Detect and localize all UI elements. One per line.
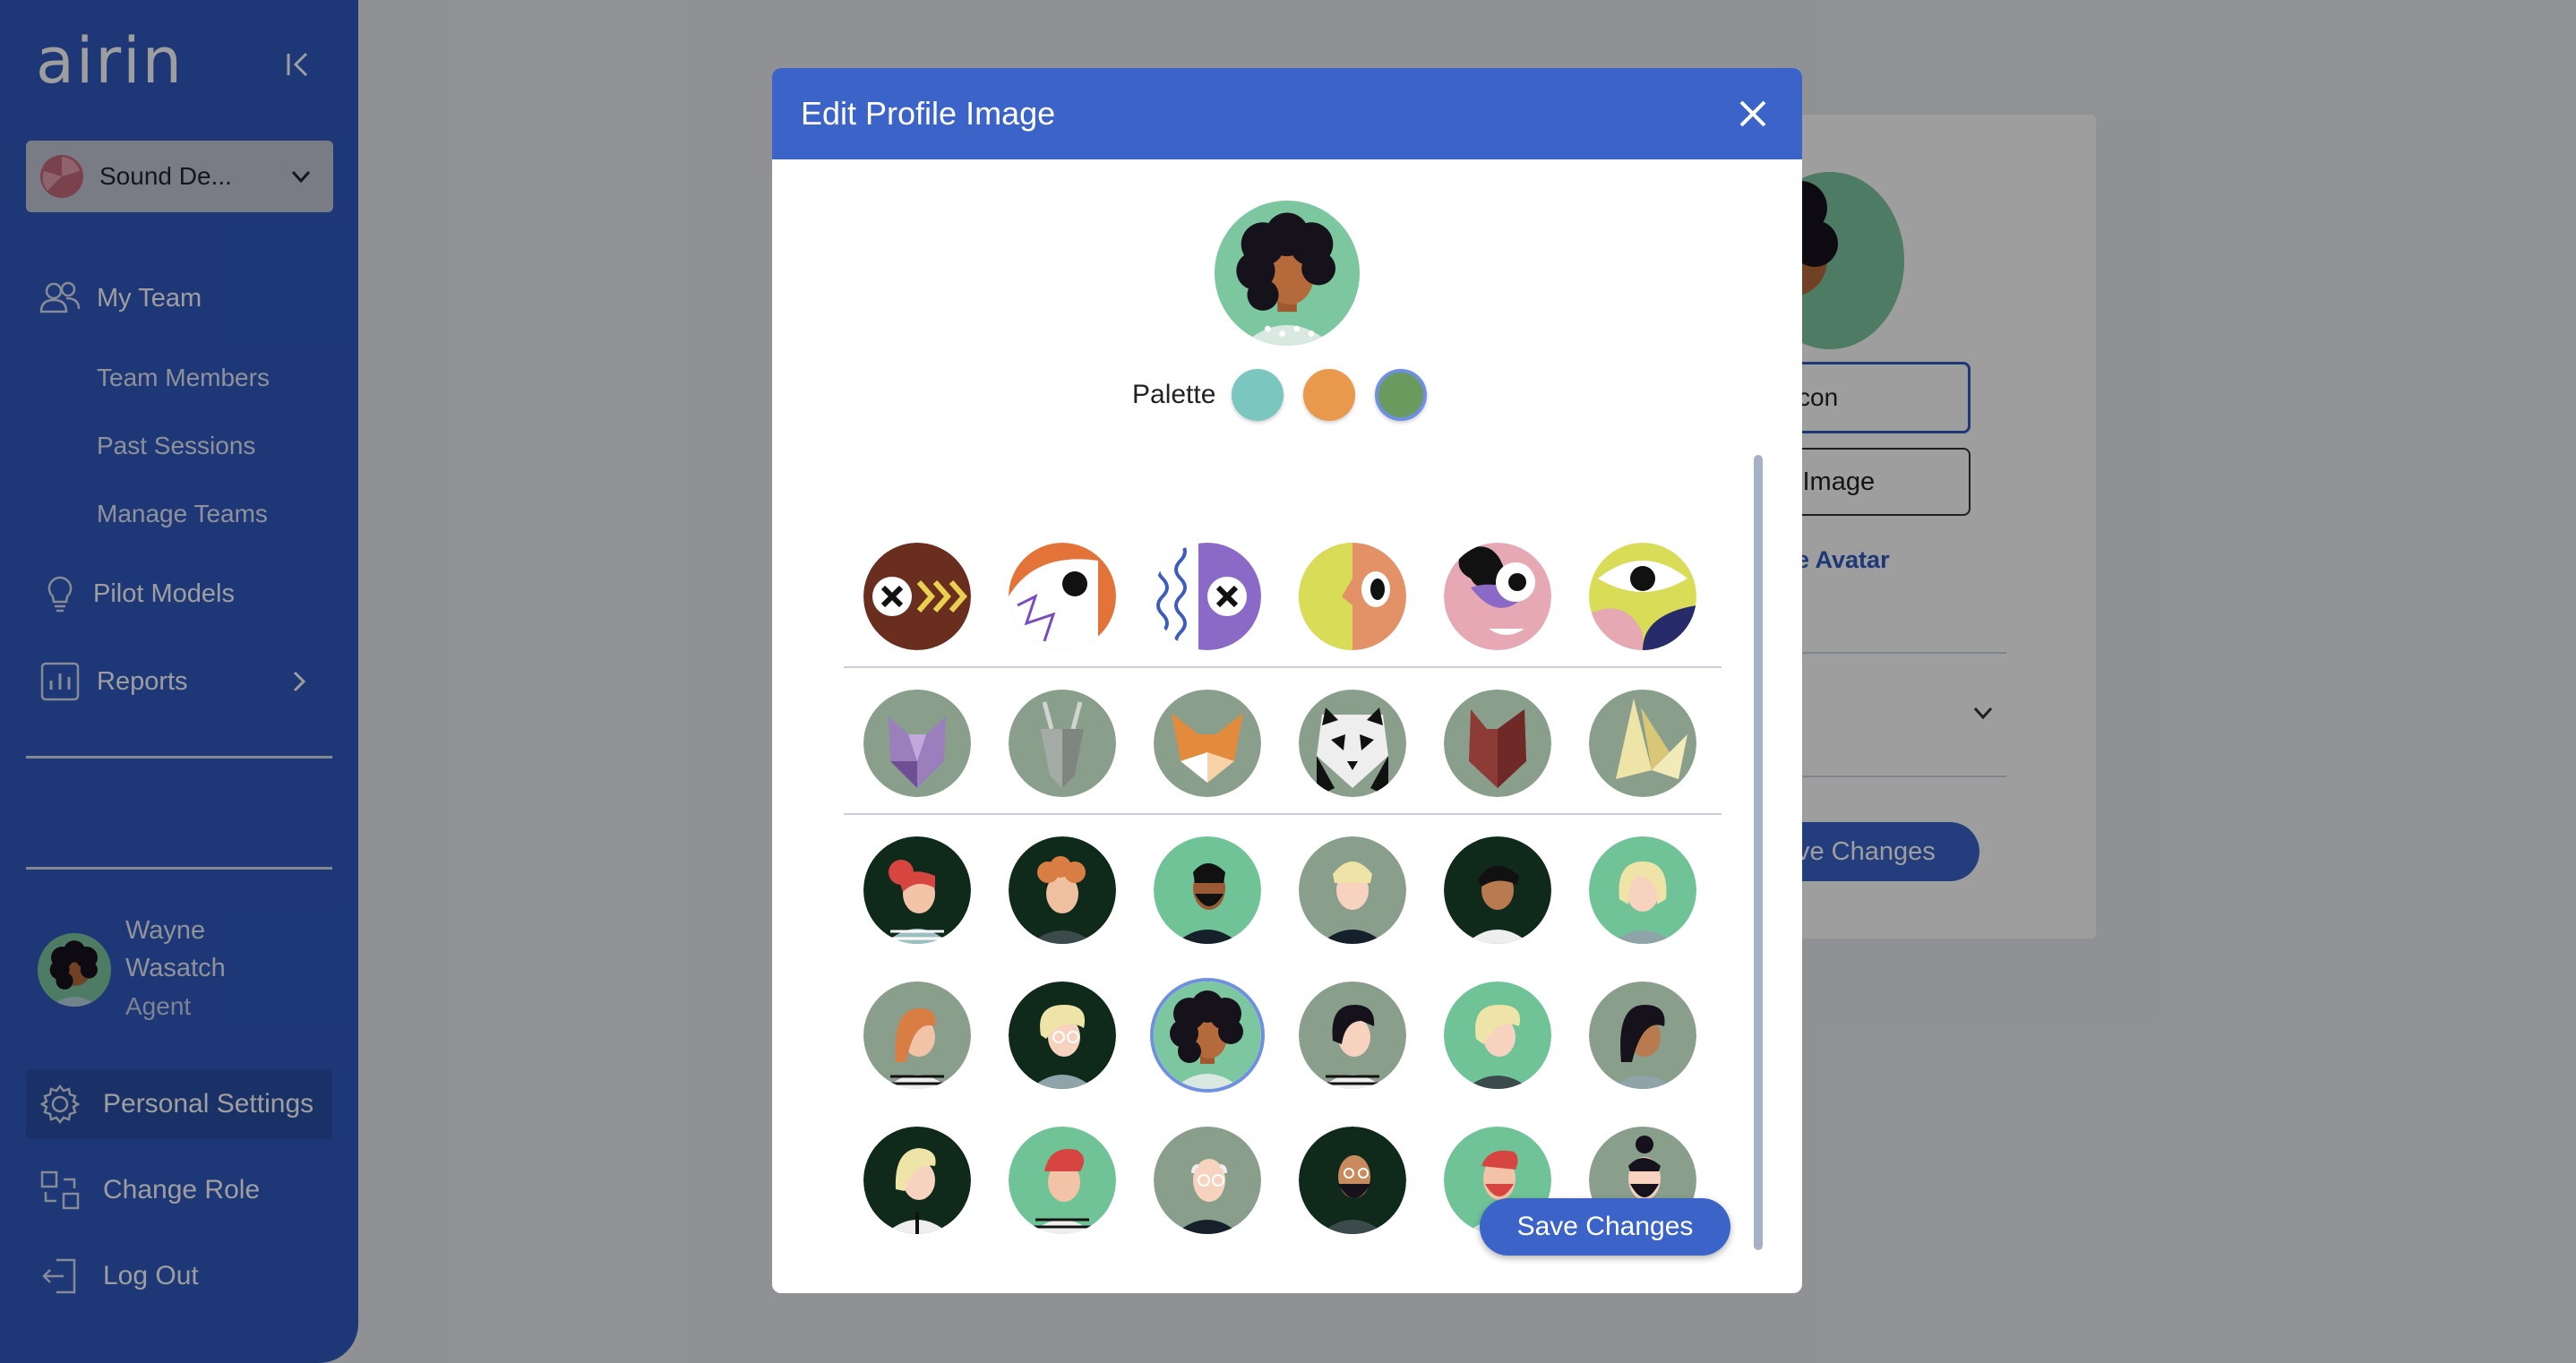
palette-swatch-teal[interactable] <box>1232 369 1284 421</box>
avatar-person-bald-beard[interactable] <box>1299 1127 1406 1234</box>
modal-save-changes-label: Save Changes <box>1516 1212 1694 1241</box>
avatar-person-blonde-glasses[interactable] <box>1009 982 1116 1089</box>
avatar-person-beard-dark[interactable] <box>1154 836 1261 944</box>
avatar-person-blonde-tie[interactable] <box>863 1127 971 1234</box>
avatar-person-redhair-bun[interactable] <box>863 836 971 944</box>
modal-title: Edit Profile Image <box>801 95 1056 132</box>
palette-swatch-orange[interactable] <box>1303 369 1356 421</box>
avatar-person-afro-curly[interactable] <box>1154 982 1261 1089</box>
grid-divider <box>844 666 1722 668</box>
avatar-abstract-eye-orange[interactable] <box>1009 543 1116 650</box>
modal-save-changes-button[interactable]: Save Changes <box>1480 1198 1730 1256</box>
avatar-person-ginger-long[interactable] <box>863 982 971 1089</box>
avatar-abstract-x-waves[interactable] <box>1154 543 1261 650</box>
avatar-preview <box>1215 201 1360 346</box>
avatar-animal-fox-orange[interactable] <box>1154 690 1261 797</box>
avatar-person-dark-long[interactable] <box>1589 982 1696 1089</box>
avatar-person-dark-bob[interactable] <box>1299 982 1406 1089</box>
palette-selector: Palette <box>1132 369 1428 421</box>
avatar-abstract-x-arrows[interactable] <box>863 543 971 650</box>
avatar-person-dark-ponytail[interactable] <box>1444 836 1551 944</box>
close-icon[interactable] <box>1734 95 1772 133</box>
avatar-abstract-eye-pink[interactable] <box>1444 543 1551 650</box>
modal-header: Edit Profile Image <box>772 68 1802 159</box>
avatar-person-red-quiff[interactable] <box>1009 1127 1116 1234</box>
avatar-person-bald-glasses[interactable] <box>1154 1127 1261 1234</box>
avatar-animal-cat-purple[interactable] <box>863 690 971 797</box>
avatar-person-curly-ginger[interactable] <box>1009 836 1116 944</box>
palette-label: Palette <box>1132 380 1216 409</box>
avatar-abstract-face-split[interactable] <box>1299 543 1406 650</box>
avatar-person-blonde-short[interactable] <box>1299 836 1406 944</box>
avatar-grid <box>844 462 1722 1241</box>
avatar-abstract-eye-yellow[interactable] <box>1589 543 1696 650</box>
avatar-person-blonde-wavy[interactable] <box>1444 982 1551 1089</box>
avatar-animal-origami-yellow[interactable] <box>1589 690 1696 797</box>
avatar-grid-scrollbar[interactable] <box>1754 455 1763 1250</box>
edit-profile-image-modal: Edit Profile Image Palette Save Changes <box>772 68 1802 1293</box>
avatar-animal-panda[interactable] <box>1299 690 1406 797</box>
avatar-animal-cat-red[interactable] <box>1444 690 1551 797</box>
palette-swatch-green[interactable] <box>1375 369 1428 421</box>
avatar-animal-goat-gray[interactable] <box>1009 690 1116 797</box>
grid-divider <box>844 813 1722 815</box>
avatar-person-blonde-bob[interactable] <box>1589 836 1696 944</box>
